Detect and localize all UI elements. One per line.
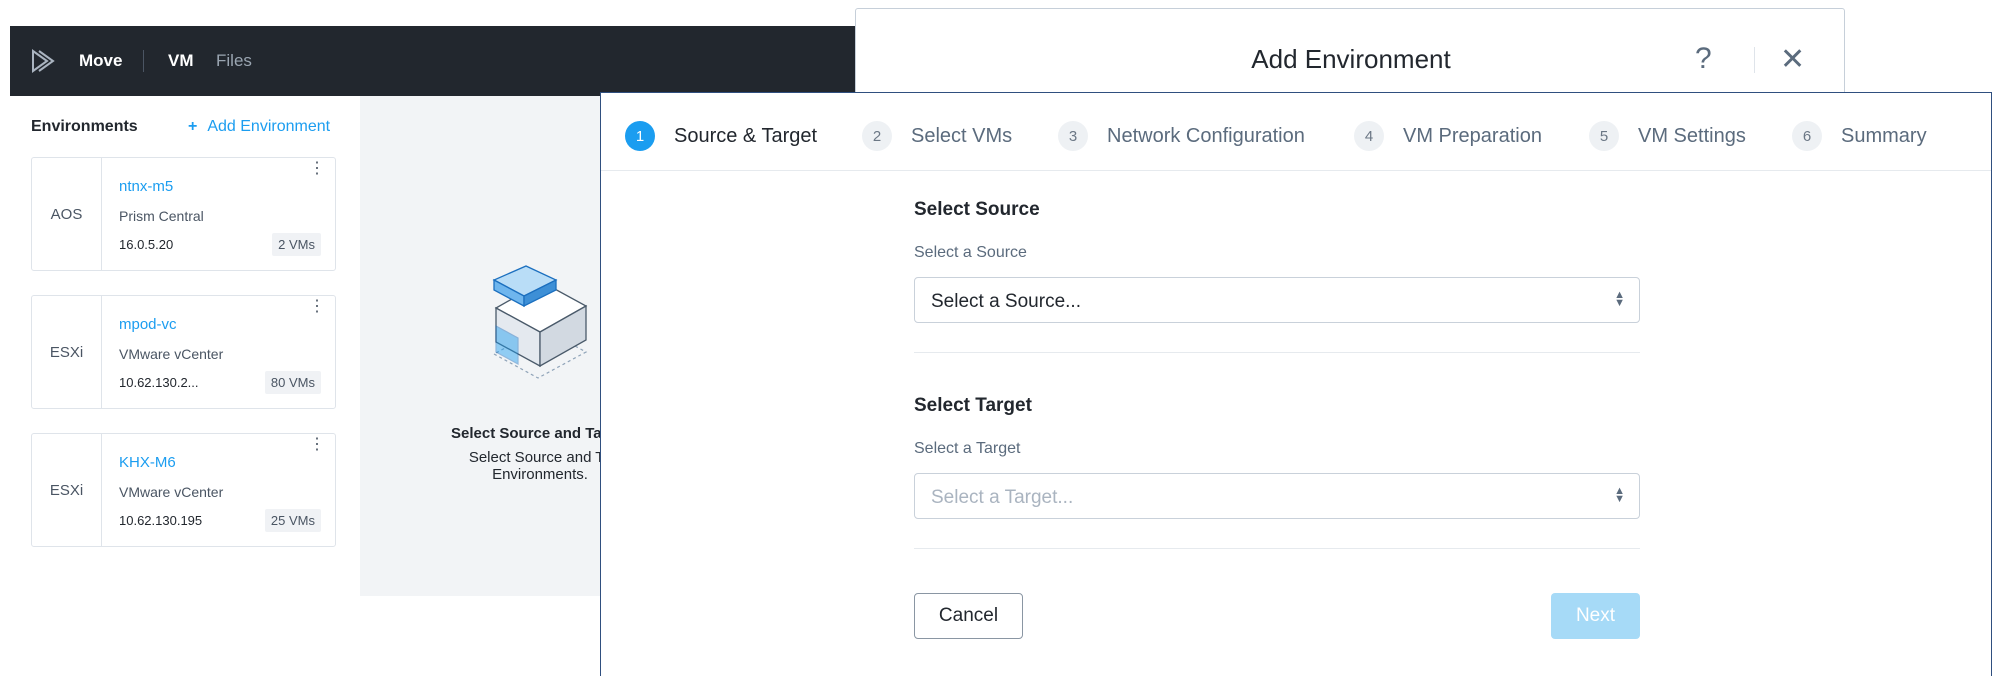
close-icon[interactable]: ✕ xyxy=(1780,42,1805,77)
wizard-steps: 1 Source & Target 2 Select VMs 3 Network… xyxy=(601,93,1991,171)
step-number: 5 xyxy=(1589,121,1619,151)
step-label: Source & Target xyxy=(674,124,818,147)
environment-illustration-icon xyxy=(492,265,588,379)
section-divider xyxy=(914,352,1640,353)
nav-vm-link[interactable]: VM xyxy=(168,51,194,71)
step-number: 3 xyxy=(1058,121,1088,151)
select-caret-icon: ▲ ▼ xyxy=(1614,289,1625,309)
vm-count-badge: 80 VMs xyxy=(264,371,321,394)
environment-ip: 10.62.130.195 xyxy=(119,513,203,528)
select-source-label: Select a Source xyxy=(914,244,1027,261)
step-label: VM Settings xyxy=(1638,124,1746,147)
more-options-icon[interactable]: ⋮ xyxy=(309,299,325,315)
add-environment-wizard: 1 Source & Target 2 Select VMs 3 Network… xyxy=(600,92,1992,676)
section-divider xyxy=(914,548,1640,549)
source-select-value: Select a Source... xyxy=(931,291,1081,312)
environment-name[interactable]: ntnx-m5 xyxy=(119,178,173,195)
environments-header: Environments xyxy=(31,118,138,135)
vm-count-badge: 2 VMs xyxy=(272,233,321,256)
environment-type: AOS xyxy=(32,158,102,270)
environment-type: ESXi xyxy=(32,434,102,546)
topbar-divider xyxy=(143,50,144,72)
environment-ip: 16.0.5.20 xyxy=(119,237,174,252)
help-icon[interactable]: ? xyxy=(1695,42,1712,76)
step-summary[interactable]: 6 Summary xyxy=(1792,121,1927,151)
next-button[interactable]: Next xyxy=(1551,593,1640,639)
select-target-label: Select a Target xyxy=(914,440,1021,457)
source-select[interactable]: Select a Source... ▲ ▼ xyxy=(914,277,1640,323)
step-select-vms[interactable]: 2 Select VMs xyxy=(862,121,1012,151)
step-label: VM Preparation xyxy=(1403,124,1542,147)
environment-name[interactable]: KHX-M6 xyxy=(119,454,176,471)
environment-card-ntnx-m5[interactable]: AOS ⋮ ntnx-m5 Prism Central 16.0.5.20 2 … xyxy=(31,157,336,271)
environment-card-mpod-vc[interactable]: ESXi ⋮ mpod-vc VMware vCenter 10.62.130.… xyxy=(31,295,336,409)
target-select-placeholder: Select a Target... xyxy=(931,487,1074,508)
step-number: 1 xyxy=(625,121,655,151)
environment-ip: 10.62.130.2... xyxy=(119,375,199,390)
select-caret-icon: ▲ ▼ xyxy=(1614,485,1625,505)
environment-kind: VMware vCenter xyxy=(119,346,224,362)
step-source-target[interactable]: 1 Source & Target xyxy=(625,121,817,151)
vm-count-badge: 25 VMs xyxy=(264,509,321,532)
step-number: 2 xyxy=(862,121,892,151)
step-number: 4 xyxy=(1354,121,1384,151)
select-target-heading: Select Target xyxy=(914,395,1032,416)
step-vm-settings[interactable]: 5 VM Settings xyxy=(1589,121,1746,151)
environment-name[interactable]: mpod-vc xyxy=(119,316,177,333)
plus-icon: + xyxy=(188,118,198,135)
nav-files-link[interactable]: Files xyxy=(216,51,252,71)
environment-kind: VMware vCenter xyxy=(119,484,224,500)
step-vm-preparation[interactable]: 4 VM Preparation xyxy=(1354,121,1542,151)
target-select[interactable]: Select a Target... ▲ ▼ xyxy=(914,473,1640,519)
step-network-configuration[interactable]: 3 Network Configuration xyxy=(1058,121,1305,151)
add-environment-label: Add Environment xyxy=(207,118,331,135)
step-label: Summary xyxy=(1841,124,1927,147)
step-label: Network Configuration xyxy=(1107,124,1305,147)
step-number: 6 xyxy=(1792,121,1822,151)
move-logo-icon xyxy=(32,49,55,73)
cancel-button[interactable]: Cancel xyxy=(914,593,1023,639)
select-source-heading: Select Source xyxy=(914,199,1040,220)
environment-kind: Prism Central xyxy=(119,208,204,224)
step-label: Select VMs xyxy=(911,124,1013,147)
add-environment-dialog-header: Add Environment ? ✕ xyxy=(855,8,1845,98)
environment-card-khx-m6[interactable]: ESXi ⋮ KHX-M6 VMware vCenter 10.62.130.1… xyxy=(31,433,336,547)
add-environment-link[interactable]: + Add Environment xyxy=(188,118,330,136)
header-divider xyxy=(1754,47,1755,73)
empty-state-title: Select Source and Ta xyxy=(451,425,602,442)
environment-type: ESXi xyxy=(32,296,102,408)
app-brand-name: Move xyxy=(79,51,123,70)
more-options-icon[interactable]: ⋮ xyxy=(309,437,325,453)
more-options-icon[interactable]: ⋮ xyxy=(309,161,325,177)
